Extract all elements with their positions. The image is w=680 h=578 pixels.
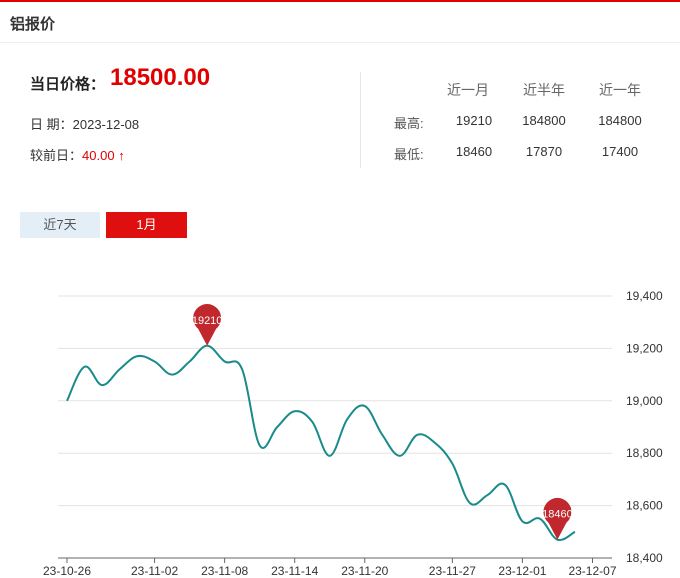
y-tick-label: 19,200 bbox=[626, 341, 663, 355]
y-tick-label: 18,600 bbox=[626, 499, 663, 513]
x-tick-label: 23-11-27 bbox=[429, 564, 476, 578]
x-tick-label: 23-11-20 bbox=[341, 564, 388, 578]
x-tick-label: 23-11-02 bbox=[131, 564, 178, 578]
extreme-marker-label: 19210 bbox=[192, 315, 223, 327]
price-line-chart: 18,400 18,600 18,800 19,000 19,200 19,400 23-1… bbox=[43, 289, 663, 578]
y-tick-label: 18,400 bbox=[626, 551, 663, 565]
x-tick-label: 23-10-26 bbox=[43, 564, 91, 578]
x-tick-label: 23-11-14 bbox=[271, 564, 318, 578]
x-tick-label: 23-12-07 bbox=[568, 564, 616, 578]
x-tick-label: 23-11-08 bbox=[201, 564, 248, 578]
extreme-marker-label: 18460 bbox=[542, 509, 573, 521]
y-tick-label: 18,800 bbox=[626, 446, 663, 460]
price-series-line bbox=[66, 344, 576, 542]
y-tick-label: 19,000 bbox=[626, 394, 663, 408]
y-tick-label: 19,400 bbox=[626, 289, 663, 303]
x-tick-label: 23-12-01 bbox=[498, 564, 546, 578]
